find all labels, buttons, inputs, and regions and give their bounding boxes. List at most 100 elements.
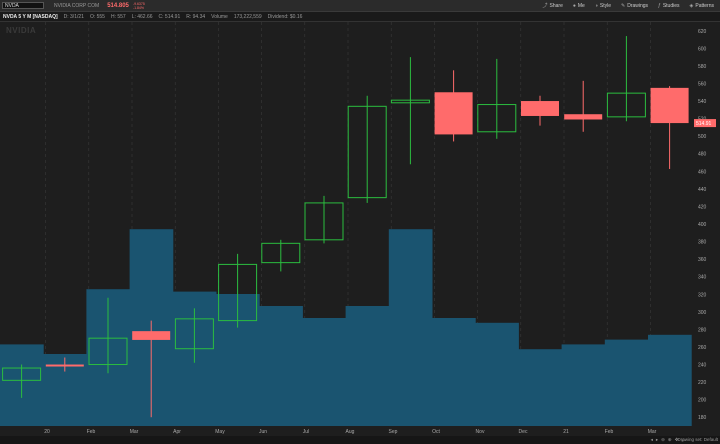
volume-bar (604, 339, 649, 426)
last-price-label: 514.91 (696, 121, 712, 127)
bottom-bar: ◂ ▸ ⊖ ⊕ ✥ ⌕ Drawing set: Default (0, 436, 720, 444)
percent-change: -1.84% (132, 5, 144, 10)
time-tick-label: Jun (259, 429, 267, 435)
price-tick-label: 560 (698, 81, 707, 87)
price-tick-label: 440 (698, 187, 707, 193)
share-button[interactable]: ⤴ Share (542, 2, 563, 10)
bar-range: R: 94.34 (186, 13, 206, 20)
candle-body-down (434, 92, 473, 135)
price-tick-label: 620 (698, 29, 707, 35)
studies-button[interactable]: ƒ Studies (658, 3, 679, 9)
volume-bar (432, 318, 476, 426)
time-tick-label: Feb (87, 429, 96, 435)
time-tick-label: Dec (519, 429, 528, 435)
price-tick-label: 240 (698, 363, 707, 369)
bar-close: C: 514.91 (158, 13, 181, 20)
price-tick-label: 340 (698, 275, 707, 281)
price-tick-label: 420 (698, 204, 707, 210)
drawing-set-selector[interactable]: Drawing set: Default (677, 436, 718, 444)
user-icon: ● (572, 2, 576, 9)
patterns-icon: ◈ (689, 2, 694, 9)
bar-low: L: 462.66 (131, 13, 153, 20)
time-tick-label: May (215, 429, 225, 435)
time-tick-label: Jul (303, 429, 309, 435)
style-icon: ◑ (594, 2, 598, 9)
bar-open: O: 555 (89, 13, 105, 20)
time-tick-label: Feb (605, 429, 614, 435)
price-tick-label: 460 (698, 169, 707, 175)
volume-value: 173,222,559 (233, 13, 262, 20)
time-tick-label: Sep (389, 429, 398, 435)
studies-label: Studies (662, 2, 680, 9)
style-button[interactable]: ◑ Style (595, 3, 611, 9)
volume-bar (561, 344, 606, 426)
patterns-button[interactable]: ◈ Patterns (690, 3, 714, 9)
volume-bar (345, 306, 390, 426)
bar-date: D: 3/1/21 (63, 13, 84, 20)
time-tick-label: 20 (44, 429, 50, 435)
nvidia-watermark: NVIDIA (6, 26, 37, 35)
price-tick-label: 580 (698, 64, 707, 70)
price-tick-label: 260 (698, 345, 707, 351)
me-button[interactable]: ● Me (573, 3, 585, 9)
price-tick-label: 180 (698, 415, 707, 421)
scroll-left-icon[interactable]: ◂ (651, 437, 653, 443)
price-change: -9.6375 -1.84% (133, 2, 145, 10)
symbol-input[interactable]: NVDA (2, 2, 44, 9)
price-tick-label: 280 (698, 327, 707, 333)
last-price: 514.805 (107, 2, 129, 9)
price-tick-label: 360 (698, 257, 707, 263)
time-tick-label: 21 (563, 429, 569, 435)
chart-title: NVDA 5 Y M [NASDAQ] (3, 13, 58, 20)
price-tick-label: 320 (698, 292, 707, 298)
candle-body-down (45, 364, 84, 367)
scroll-right-icon[interactable]: ▸ (656, 437, 658, 443)
time-tick-label: Mar (648, 429, 657, 435)
time-tick-label: Apr (173, 429, 181, 435)
price-tick-label: 200 (698, 398, 707, 404)
time-tick-label: Oct (432, 429, 440, 435)
price-tick-label: 540 (698, 99, 707, 105)
price-tick-label: 480 (698, 152, 707, 158)
price-tick-label: 220 (698, 380, 707, 386)
volume-bar (518, 349, 563, 426)
net-change: -9.6375 (132, 1, 145, 6)
volume-label: Volume (211, 13, 228, 20)
me-label: Me (577, 2, 585, 9)
price-tick-label: 400 (698, 222, 707, 228)
ohlc-header: NVDA 5 Y M [NASDAQ] D: 3/1/21 O: 555 H: … (0, 12, 720, 22)
pencil-icon: ✎ (621, 2, 626, 9)
candle-body-down (132, 331, 171, 340)
volume-bar (388, 229, 433, 426)
toolbar-actions: ⤴ Share ● Me ◑ Style ✎ Drawings ƒ Studies ◈ Pa… (543, 0, 715, 11)
top-toolbar: NVDA NVIDIA CORP COM 514.805 -9.6375 -1.… (0, 0, 720, 12)
time-tick-label: Aug (346, 429, 355, 435)
volume-bar (259, 306, 303, 426)
drawings-button[interactable]: ✎ Drawings (621, 3, 648, 9)
zoom-in-icon[interactable]: ⊕ (668, 437, 672, 443)
price-chart[interactable] (0, 22, 694, 426)
company-name: NVIDIA CORP COM (54, 2, 100, 9)
price-tick-label: 500 (698, 134, 707, 140)
time-tick-label: Mar (130, 429, 139, 435)
price-tick-label: 600 (698, 46, 707, 52)
candle-body-down (521, 101, 559, 116)
candle-body-down (650, 87, 689, 124)
volume-bar (302, 318, 347, 426)
share-label: Share (549, 2, 563, 9)
style-label: Style (599, 2, 611, 9)
price-tick-label: 300 (698, 310, 707, 316)
zoom-out-icon[interactable]: ⊖ (661, 437, 665, 443)
studies-icon: ƒ (658, 2, 661, 9)
volume-bar (475, 322, 519, 426)
dividend: Dividend: $0.16 (267, 13, 303, 20)
bar-high: H: 557 (110, 13, 126, 20)
price-axis[interactable]: 180 200 220 240 260 280 300 320 340 360 380 400 420 4… (694, 22, 720, 426)
candle-body-down (564, 114, 603, 120)
price-tick-label: 380 (698, 240, 707, 246)
share-icon: ⤴ (542, 3, 548, 9)
time-axis[interactable]: 20 Feb Mar Apr May Jun Jul Aug Sep Oct Nov Dec 21 Feb… (0, 426, 694, 436)
volume-bar (648, 334, 692, 426)
drawings-label: Drawings (627, 2, 649, 9)
patterns-label: Patterns (695, 2, 714, 9)
